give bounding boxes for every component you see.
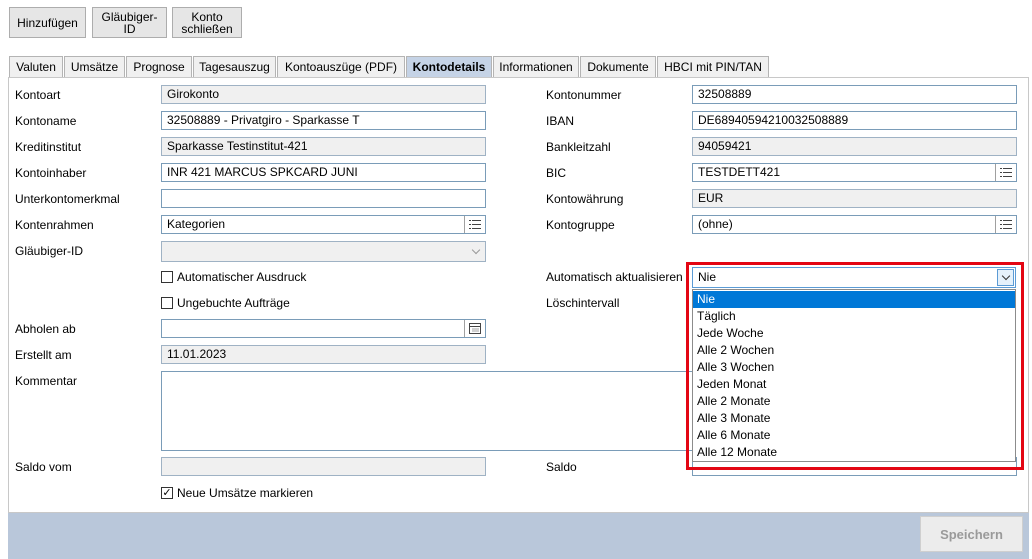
sub-account-label: Unterkontomerkmal — [15, 192, 120, 206]
option-jede-woche[interactable]: Jede Woche — [693, 325, 1015, 342]
auto-update-value: Nie — [698, 270, 717, 284]
option-nie[interactable]: Nie — [693, 291, 1015, 308]
iban-field[interactable]: DE68940594210032508889 — [692, 111, 1017, 130]
auto-update-options-list: Nie Täglich Jede Woche Alle 2 Wochen All… — [692, 289, 1016, 462]
option-alle-3-wochen[interactable]: Alle 3 Wochen — [693, 359, 1015, 376]
chart-of-accounts-value: Kategorien — [167, 217, 226, 231]
mark-new-label: Neue Umsätze markieren — [177, 486, 314, 500]
option-alle-6-monate[interactable]: Alle 6 Monate — [693, 427, 1015, 444]
account-number-label: Kontonummer — [546, 88, 622, 102]
save-button-label: Speichern — [940, 526, 1003, 542]
auto-print-label: Automatischer Ausdruck — [177, 270, 307, 284]
creditor-id-select[interactable] — [161, 241, 486, 262]
add-button-label: Hinzufügen — [17, 15, 78, 30]
bank-code-label: Bankleitzahl — [546, 140, 611, 154]
account-type-field: Girokonto — [161, 85, 486, 104]
save-button[interactable]: Speichern — [920, 516, 1023, 552]
unbooked-orders-checkbox[interactable] — [161, 297, 173, 309]
list-icon — [1000, 167, 1012, 178]
created-on-field: 11.01.2023 — [161, 345, 486, 364]
tab-kontoauszuege-pdf[interactable]: Kontoauszüge (PDF) — [277, 56, 405, 77]
list-icon — [1000, 219, 1012, 230]
unbooked-orders-label: Ungebuchte Aufträge — [177, 296, 290, 310]
footer-bar: Speichern — [8, 513, 1029, 559]
bic-list-button[interactable] — [995, 164, 1016, 181]
option-alle-2-monate[interactable]: Alle 2 Monate — [693, 393, 1015, 410]
tab-dokumente[interactable]: Dokumente — [580, 56, 656, 77]
balance-label: Saldo — [546, 460, 577, 474]
balance-date-field — [161, 457, 486, 476]
mark-new-checkbox[interactable]: ✓ — [161, 487, 173, 499]
created-on-label: Erstellt am — [15, 348, 72, 362]
chart-of-accounts-field[interactable]: Kategorien — [161, 215, 486, 234]
fetch-from-field[interactable] — [161, 319, 486, 338]
option-alle-12-monate[interactable]: Alle 12 Monate — [693, 444, 1015, 461]
dropdown-arrow-button[interactable] — [997, 269, 1014, 286]
option-alle-2-wochen[interactable]: Alle 2 Wochen — [693, 342, 1015, 359]
currency-label: Kontowährung — [546, 192, 624, 206]
tab-hbci-pin-tan[interactable]: HBCI mit PIN/TAN — [657, 56, 769, 77]
holder-label: Kontoinhaber — [15, 166, 87, 180]
institute-label: Kreditinstitut — [15, 140, 82, 154]
tab-informationen[interactable]: Informationen — [493, 56, 579, 77]
bic-label: BIC — [546, 166, 567, 180]
sub-account-field[interactable] — [161, 189, 486, 208]
chart-of-accounts-label: Kontenrahmen — [15, 218, 94, 232]
tab-valuten[interactable]: Valuten — [9, 56, 63, 77]
tab-tagesauszug[interactable]: Tagesauszug — [193, 56, 276, 77]
fetch-from-label: Abholen ab — [15, 322, 76, 336]
option-jeden-monat[interactable]: Jeden Monat — [693, 376, 1015, 393]
account-group-label: Kontogruppe — [546, 218, 615, 232]
calendar-icon — [469, 323, 481, 334]
account-name-label: Kontoname — [15, 114, 77, 128]
balance-date-label: Saldo vom — [15, 460, 72, 474]
iban-label: IBAN — [546, 114, 575, 128]
account-number-field[interactable]: 32508889 — [692, 85, 1017, 104]
bic-field[interactable]: TESTDETT421 — [692, 163, 1017, 182]
chart-of-accounts-list-button[interactable] — [464, 216, 485, 233]
delete-interval-label: Löschintervall — [546, 296, 620, 310]
tab-kontodetails[interactable]: Kontodetails — [406, 56, 492, 77]
list-icon — [469, 219, 481, 230]
bank-code-field: 94059421 — [692, 137, 1017, 156]
account-type-label: Kontoart — [15, 88, 61, 102]
creditor-id-button-label: Gläubiger- ID — [101, 9, 158, 36]
add-button[interactable]: Hinzufügen — [9, 7, 86, 38]
close-account-button[interactable]: Konto schließen — [172, 7, 242, 38]
close-account-button-label: Konto schließen — [181, 9, 233, 36]
auto-update-select[interactable]: Nie — [692, 267, 1016, 288]
option-alle-3-monate[interactable]: Alle 3 Monate — [693, 410, 1015, 427]
comment-label: Kommentar — [15, 374, 78, 388]
tab-prognose[interactable]: Prognose — [126, 56, 192, 77]
tab-umsaetze[interactable]: Umsätze — [64, 56, 125, 77]
bic-value: TESTDETT421 — [698, 165, 781, 179]
holder-field[interactable]: INR 421 MARCUS SPKCARD JUNI — [161, 163, 486, 182]
auto-print-checkbox[interactable] — [161, 271, 173, 283]
calendar-button[interactable] — [464, 320, 485, 337]
auto-update-label: Automatisch aktualisieren — [546, 270, 683, 284]
comment-textarea[interactable] — [161, 371, 693, 451]
chevron-down-icon — [471, 245, 481, 255]
account-name-field[interactable]: 32508889 - Privatgiro - Sparkasse T — [161, 111, 486, 130]
institute-field: Sparkasse Testinstitut-421 — [161, 137, 486, 156]
account-group-value: (ohne) — [698, 217, 733, 231]
currency-field: EUR — [692, 189, 1017, 208]
creditor-id-label: Gläubiger-ID — [15, 244, 84, 258]
chevron-down-icon — [1001, 271, 1011, 281]
option-taeglich[interactable]: Täglich — [693, 308, 1015, 325]
creditor-id-button[interactable]: Gläubiger- ID — [92, 7, 167, 38]
account-group-list-button[interactable] — [995, 216, 1016, 233]
account-group-field[interactable]: (ohne) — [692, 215, 1017, 234]
